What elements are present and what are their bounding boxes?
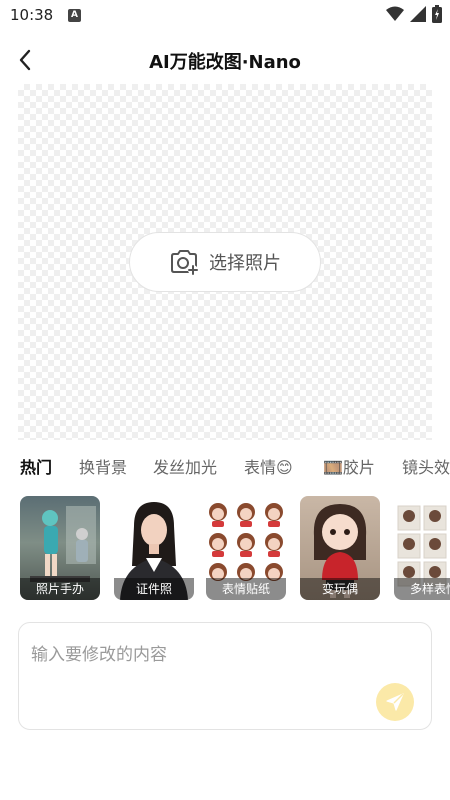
camera-add-icon <box>171 250 198 275</box>
notification-icon: A <box>68 9 81 22</box>
category-tabs: 热门 换背景 发丝加光 表情😊 🎞️胶片 镜头效 <box>0 454 450 482</box>
tab-hair-light[interactable]: 发丝加光 <box>153 454 217 478</box>
wifi-icon <box>386 6 404 21</box>
image-canvas[interactable]: 选择照片 <box>18 84 432 440</box>
template-card-id-photo[interactable]: 证件照 <box>114 496 194 600</box>
card-label: 照片手办 <box>20 578 100 600</box>
template-card-stickers[interactable]: 表情贴纸 <box>206 496 286 600</box>
template-cards: 照片手办 证件照 表情贴纸 变玩偶 多样表 <box>0 496 450 602</box>
prompt-input-box <box>18 622 432 730</box>
nav-bar: AI万能改图·Nano <box>0 38 450 82</box>
card-label: 变玩偶 <box>300 578 380 600</box>
tab-hot[interactable]: 热门 <box>20 454 52 478</box>
template-card-multi-expression[interactable]: 多样表情 <box>394 496 450 600</box>
battery-icon <box>432 5 442 23</box>
select-photo-label: 选择照片 <box>209 253 281 274</box>
card-label: 多样表情 <box>394 578 450 600</box>
template-card-figurine[interactable]: 照片手办 <box>20 496 100 600</box>
send-icon <box>386 693 404 711</box>
send-button[interactable] <box>376 683 414 721</box>
page-title: AI万能改图·Nano <box>149 52 301 73</box>
tab-expression[interactable]: 表情😊 <box>244 454 293 478</box>
status-time: 10:38 <box>10 6 54 24</box>
card-label: 表情贴纸 <box>206 578 286 600</box>
tab-film[interactable]: 🎞️胶片 <box>323 454 375 478</box>
tab-lens-effect[interactable]: 镜头效 <box>402 454 450 478</box>
status-icons <box>386 5 442 23</box>
status-bar: 10:38 A <box>0 0 450 32</box>
prompt-input[interactable] <box>31 641 371 669</box>
template-card-doll[interactable]: 变玩偶 <box>300 496 380 600</box>
tab-change-background[interactable]: 换背景 <box>79 454 127 478</box>
signal-icon <box>410 6 426 22</box>
card-label: 证件照 <box>114 578 194 600</box>
select-photo-button[interactable]: 选择照片 <box>129 232 321 292</box>
